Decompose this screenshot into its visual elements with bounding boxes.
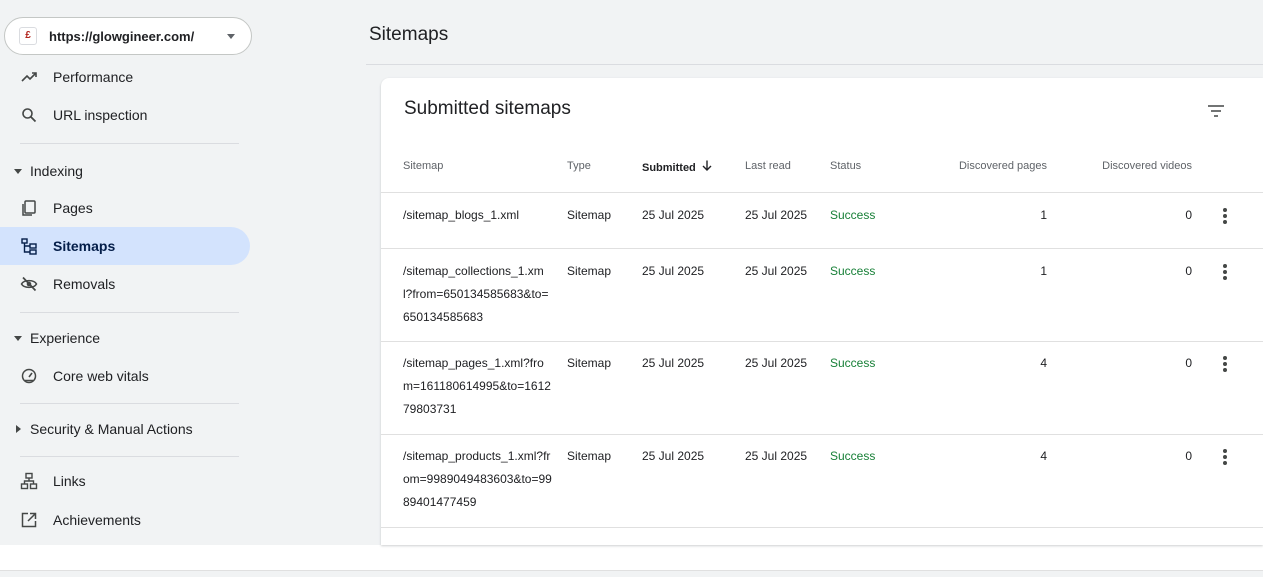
links-tree-icon bbox=[20, 472, 38, 490]
card-title: Submitted sitemaps bbox=[404, 98, 571, 119]
sidebar-item-links[interactable]: Links bbox=[0, 462, 250, 500]
cell-submitted: 25 Jul 2025 bbox=[642, 356, 705, 370]
page-title: Sitemaps bbox=[369, 24, 449, 45]
sitemap-icon bbox=[20, 237, 38, 255]
cell-status: Success bbox=[830, 208, 876, 222]
submitted-sitemaps-card: Submitted sitemaps Sitemap Type Submitte… bbox=[381, 78, 1263, 545]
column-header-type[interactable]: Type bbox=[567, 160, 591, 172]
sidebar-item-label: Removals bbox=[53, 276, 116, 292]
cell-type: Sitemap bbox=[567, 356, 612, 370]
sidebar-item-removals[interactable]: Removals bbox=[0, 265, 250, 303]
sidebar-item-label: Pages bbox=[53, 200, 93, 216]
sidebar-item-performance[interactable]: Performance bbox=[0, 58, 250, 96]
sidebar-item-label: Core web vitals bbox=[53, 368, 149, 384]
row-more-options-button[interactable] bbox=[1217, 445, 1233, 469]
cell-status: Success bbox=[830, 264, 876, 278]
sidebar-item-pages[interactable]: Pages bbox=[0, 189, 250, 227]
arrow-downward-icon bbox=[702, 160, 712, 174]
row-divider bbox=[381, 434, 1263, 435]
row-divider bbox=[381, 527, 1263, 528]
filter-icon bbox=[1208, 105, 1224, 117]
visibility-off-icon bbox=[20, 275, 38, 293]
sidebar-item-label: Achievements bbox=[53, 512, 141, 528]
bottom-bar bbox=[0, 570, 1263, 577]
cell-sitemap[interactable]: /sitemap_blogs_1.xml bbox=[403, 204, 553, 227]
section-label: Indexing bbox=[30, 163, 83, 179]
caret-down-icon bbox=[14, 335, 22, 341]
row-divider bbox=[381, 248, 1263, 249]
cell-discovered-videos: 0 bbox=[1185, 449, 1192, 463]
row-more-options-button[interactable] bbox=[1217, 352, 1233, 376]
cell-discovered-videos: 0 bbox=[1185, 208, 1192, 222]
row-more-options-button[interactable] bbox=[1217, 204, 1233, 228]
sidebar-item-label: Performance bbox=[53, 69, 134, 85]
speed-gauge-icon bbox=[20, 367, 38, 385]
header-divider bbox=[366, 64, 1263, 65]
row-divider bbox=[381, 341, 1263, 342]
column-header-sitemap[interactable]: Sitemap bbox=[403, 160, 443, 172]
cell-submitted: 25 Jul 2025 bbox=[642, 264, 705, 278]
column-header-label: Submitted bbox=[642, 162, 696, 174]
open-in-new-icon bbox=[20, 511, 38, 529]
sidebar-divider bbox=[20, 403, 239, 404]
trending-up-icon bbox=[20, 68, 38, 86]
header-divider bbox=[381, 192, 1263, 193]
cell-submitted: 25 Jul 2025 bbox=[642, 449, 705, 463]
column-header-submitted[interactable]: Submitted bbox=[642, 160, 712, 174]
pages-icon bbox=[20, 199, 38, 217]
filter-button[interactable] bbox=[1201, 96, 1231, 126]
cell-sitemap[interactable]: /sitemap_pages_1.xml?from=161180614995&t… bbox=[403, 352, 553, 421]
column-header-discovered-videos[interactable]: Discovered videos bbox=[1082, 160, 1192, 172]
cell-last-read: 25 Jul 2025 bbox=[745, 356, 808, 370]
sidebar-item-core-web-vitals[interactable]: Core web vitals bbox=[0, 357, 250, 395]
cell-discovered-pages: 1 bbox=[1040, 264, 1047, 278]
cell-discovered-videos: 0 bbox=[1185, 264, 1192, 278]
search-icon bbox=[20, 106, 38, 124]
sidebar-item-label: URL inspection bbox=[53, 107, 148, 123]
sidebar-divider bbox=[20, 312, 239, 313]
section-label: Security & Manual Actions bbox=[30, 421, 193, 437]
cell-type: Sitemap bbox=[567, 264, 612, 278]
chevron-down-icon bbox=[227, 34, 235, 39]
section-label: Experience bbox=[30, 330, 101, 346]
sidebar-divider bbox=[20, 456, 239, 457]
cell-last-read: 25 Jul 2025 bbox=[745, 208, 808, 222]
cell-discovered-pages: 4 bbox=[1040, 449, 1047, 463]
cell-type: Sitemap bbox=[567, 449, 612, 463]
sidebar: £ https://glowgineer.com/ Performance UR… bbox=[0, 0, 258, 545]
caret-down-icon bbox=[14, 168, 22, 174]
cell-sitemap[interactable]: /sitemap_collections_1.xml?from=65013458… bbox=[403, 260, 553, 329]
section-toggle-experience[interactable]: Experience bbox=[0, 321, 250, 355]
column-header-last-read[interactable]: Last read bbox=[745, 160, 791, 172]
property-url: https://glowgineer.com/ bbox=[49, 28, 195, 44]
cell-last-read: 25 Jul 2025 bbox=[745, 264, 808, 278]
sidebar-item-achievements[interactable]: Achievements bbox=[0, 501, 250, 539]
column-header-discovered-pages[interactable]: Discovered pages bbox=[947, 160, 1047, 172]
sidebar-item-label: Links bbox=[53, 473, 86, 489]
property-selector[interactable]: £ https://glowgineer.com/ bbox=[4, 17, 252, 55]
cell-status: Success bbox=[830, 356, 876, 370]
cell-submitted: 25 Jul 2025 bbox=[642, 208, 705, 222]
cell-discovered-pages: 4 bbox=[1040, 356, 1047, 370]
cell-discovered-videos: 0 bbox=[1185, 356, 1192, 370]
sidebar-divider bbox=[20, 143, 239, 144]
sidebar-item-label: Sitemaps bbox=[53, 238, 116, 254]
cell-sitemap[interactable]: /sitemap_products_1.xml?from=99890494836… bbox=[403, 445, 553, 514]
row-more-options-button[interactable] bbox=[1217, 260, 1233, 284]
cell-last-read: 25 Jul 2025 bbox=[745, 449, 808, 463]
search-console-app: £ https://glowgineer.com/ Performance UR… bbox=[0, 0, 1263, 545]
cell-status: Success bbox=[830, 449, 876, 463]
sidebar-item-url-inspection[interactable]: URL inspection bbox=[0, 96, 250, 134]
caret-right-icon bbox=[16, 425, 21, 433]
cell-type: Sitemap bbox=[567, 208, 612, 222]
cell-discovered-pages: 1 bbox=[1040, 208, 1047, 222]
section-toggle-security-manual-actions[interactable]: Security & Manual Actions bbox=[0, 412, 250, 446]
site-favicon-icon: £ bbox=[19, 27, 37, 45]
section-toggle-indexing[interactable]: Indexing bbox=[0, 154, 250, 188]
sidebar-item-sitemaps[interactable]: Sitemaps bbox=[0, 227, 250, 265]
column-header-status[interactable]: Status bbox=[830, 160, 861, 172]
